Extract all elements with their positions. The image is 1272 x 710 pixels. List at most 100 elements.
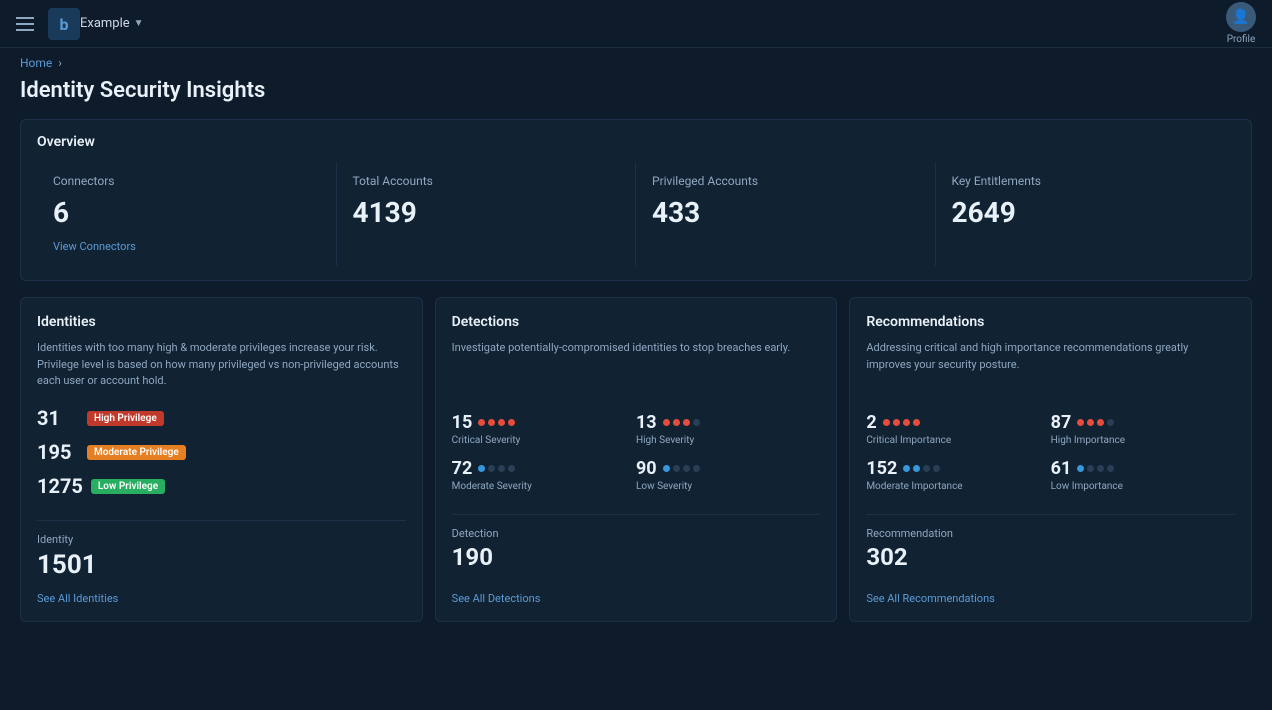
example-selector[interactable]: Example ▼ (80, 16, 144, 31)
high-importance-dots (1077, 419, 1114, 426)
stat-privileged-accounts-value: 433 (652, 196, 919, 229)
detections-desc: Investigate potentially-compromised iden… (452, 340, 821, 390)
critical-importance-label: Critical Importance (866, 435, 1050, 446)
high-privilege-row: 31 High Privilege (37, 406, 406, 430)
dot-3 (683, 465, 690, 472)
dot-4 (508, 465, 515, 472)
low-privilege-row: 1275 Low Privilege (37, 474, 406, 498)
high-privilege-count: 31 (37, 406, 79, 430)
stat-key-entitlements-label: Key Entitlements (952, 174, 1220, 188)
profile-menu[interactable]: 👤 Profile (1226, 2, 1256, 45)
high-severity-count: 13 (636, 412, 657, 433)
dot-4 (913, 419, 920, 426)
moderate-importance-dots (903, 465, 940, 472)
dot-4 (693, 465, 700, 472)
critical-severity-cell: 15 Critical Severity (452, 406, 636, 452)
stat-total-accounts-label: Total Accounts (353, 174, 620, 188)
dot-3 (923, 465, 930, 472)
identity-total-value: 1501 (37, 550, 406, 580)
dot-1 (883, 419, 890, 426)
critical-severity-dots (478, 419, 515, 426)
moderate-importance-row: 152 (866, 458, 1050, 479)
dot-3 (1097, 465, 1104, 472)
low-severity-count: 90 (636, 458, 657, 479)
moderate-privilege-badge: Moderate Privilege (87, 445, 186, 460)
stat-connectors-label: Connectors (53, 174, 320, 188)
stat-total-accounts: Total Accounts 4139 (337, 162, 637, 266)
low-severity-row: 90 (636, 458, 820, 479)
low-importance-cell: 61 Low Importance (1051, 452, 1235, 498)
recommendations-total-value: 302 (866, 543, 1235, 571)
stat-key-entitlements: Key Entitlements 2649 (936, 162, 1236, 266)
high-severity-label: High Severity (636, 435, 820, 446)
recommendations-total-label: Recommendation (866, 527, 1235, 540)
low-severity-cell: 90 Low Severity (636, 452, 820, 498)
dot-2 (673, 465, 680, 472)
identities-desc: Identities with too many high & moderate… (37, 340, 406, 390)
high-importance-label: High Importance (1051, 435, 1235, 446)
panels-grid: Identities Identities with too many high… (20, 297, 1252, 622)
breadcrumb: Home › (0, 48, 1272, 74)
detections-divider (452, 514, 821, 515)
moderate-importance-count: 152 (866, 458, 897, 479)
detections-panel: Detections Investigate potentially-compr… (435, 297, 838, 622)
moderate-severity-dots (478, 465, 515, 472)
critical-importance-cell: 2 Critical Importance (866, 406, 1050, 452)
low-importance-label: Low Importance (1051, 481, 1235, 492)
moderate-privilege-row: 195 Moderate Privilege (37, 440, 406, 464)
stat-privileged-accounts: Privileged Accounts 433 (636, 162, 936, 266)
low-severity-label: Low Severity (636, 481, 820, 492)
critical-severity-count: 15 (452, 412, 473, 433)
moderate-severity-row: 72 (452, 458, 636, 479)
main-content: Overview Connectors 6 View Connectors To… (0, 119, 1272, 642)
high-privilege-badge: High Privilege (87, 411, 164, 426)
dot-1 (663, 419, 670, 426)
overview-title: Overview (37, 134, 1235, 150)
dot-3 (498, 465, 505, 472)
dot-2 (893, 419, 900, 426)
moderate-severity-label: Moderate Severity (452, 481, 636, 492)
dot-3 (498, 419, 505, 426)
low-importance-row: 61 (1051, 458, 1235, 479)
low-privilege-count: 1275 (37, 474, 83, 498)
dot-2 (1087, 419, 1094, 426)
chevron-down-icon: ▼ (134, 18, 144, 29)
detections-title: Detections (452, 314, 821, 330)
see-all-recommendations-link[interactable]: See All Recommendations (866, 592, 1235, 605)
moderate-severity-count: 72 (452, 458, 473, 479)
dot-2 (673, 419, 680, 426)
see-all-identities-link[interactable]: See All Identities (37, 592, 406, 605)
dot-1 (1077, 465, 1084, 472)
identity-total-label: Identity (37, 533, 406, 546)
top-nav: b Example ▼ 👤 Profile (0, 0, 1272, 48)
dot-4 (693, 419, 700, 426)
recommendations-desc: Addressing critical and high importance … (866, 340, 1235, 390)
dot-2 (913, 465, 920, 472)
moderate-privilege-count: 195 (37, 440, 79, 464)
high-severity-dots (663, 419, 700, 426)
critical-severity-label: Critical Severity (452, 435, 636, 446)
see-all-detections-link[interactable]: See All Detections (452, 592, 821, 605)
overview-card: Overview Connectors 6 View Connectors To… (20, 119, 1252, 281)
dot-2 (488, 419, 495, 426)
high-severity-cell: 13 High Severity (636, 406, 820, 452)
avatar: 👤 (1226, 2, 1256, 32)
stat-privileged-accounts-label: Privileged Accounts (652, 174, 919, 188)
breadcrumb-home[interactable]: Home (20, 56, 52, 70)
identities-panel: Identities Identities with too many high… (20, 297, 423, 622)
breadcrumb-separator: › (58, 56, 62, 70)
low-importance-count: 61 (1051, 458, 1072, 479)
detections-grid: 15 Critical Severity 13 (452, 406, 821, 498)
critical-importance-count: 2 (866, 412, 876, 433)
stat-key-entitlements-value: 2649 (952, 196, 1220, 229)
recommendations-grid: 2 Critical Importance 87 (866, 406, 1235, 498)
identities-title: Identities (37, 314, 406, 330)
menu-button[interactable] (16, 17, 34, 31)
view-connectors-link[interactable]: View Connectors (53, 240, 136, 253)
recommendations-title: Recommendations (866, 314, 1235, 330)
low-severity-dots (663, 465, 700, 472)
high-severity-row: 13 (636, 412, 820, 433)
example-label: Example (80, 16, 130, 31)
recommendations-divider (866, 514, 1235, 515)
moderate-importance-label: Moderate Importance (866, 481, 1050, 492)
